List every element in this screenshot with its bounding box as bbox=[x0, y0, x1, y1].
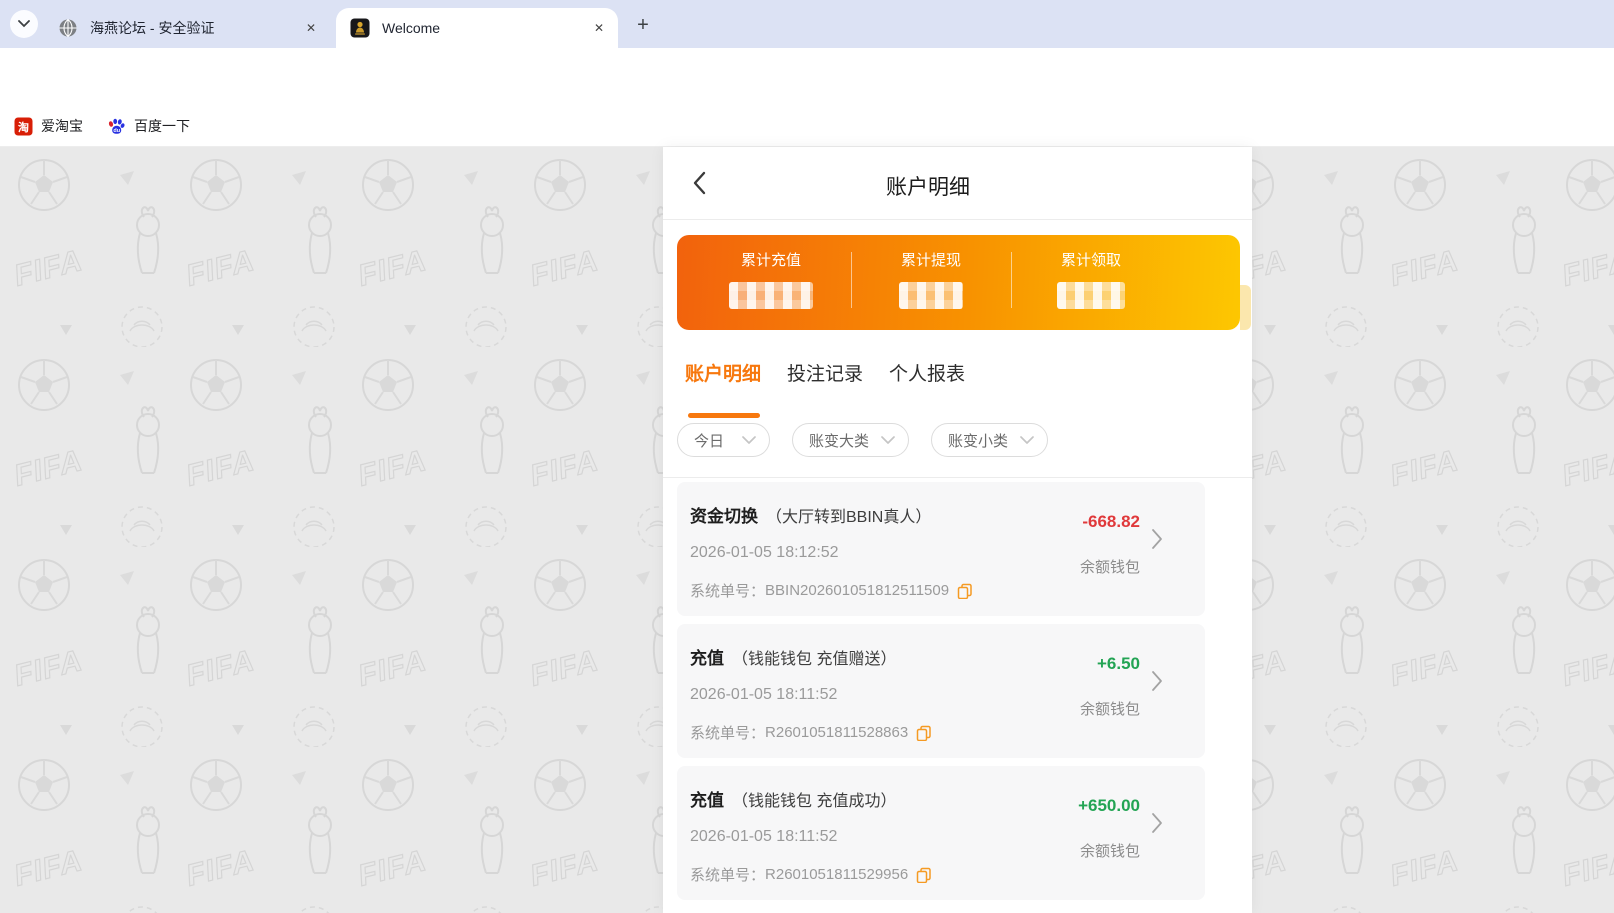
bookmarks-bar: 淘 爱淘宝 du 百度一下 bbox=[0, 105, 1614, 147]
list-divider bbox=[663, 477, 1252, 478]
page-title: 账户明细 bbox=[663, 171, 1193, 201]
order-number: R2601051811528863 bbox=[765, 724, 908, 741]
tab-title: 海燕论坛 - 安全验证 bbox=[90, 18, 302, 38]
filter-date-dropdown[interactable]: 今日 bbox=[677, 423, 770, 457]
transaction-datetime: 2026-01-05 18:12:52 bbox=[690, 544, 839, 562]
chevron-down-icon bbox=[742, 436, 756, 444]
stat-label: 累计领取 bbox=[1011, 249, 1171, 270]
transaction-datetime: 2026-01-05 18:11:52 bbox=[690, 686, 837, 704]
section-tabs: 账户明细 投注记录 个人报表 bbox=[685, 359, 965, 386]
baidu-icon: du bbox=[107, 117, 126, 136]
order-label: 系统单号： bbox=[690, 864, 765, 885]
transaction-type: 充值 bbox=[690, 649, 724, 668]
svg-text:du: du bbox=[113, 128, 120, 134]
transaction-type: 充值 bbox=[690, 791, 724, 810]
summary-stat: 累计充值 bbox=[691, 235, 851, 330]
transaction-subtitle: （钱能钱包 充值成功） bbox=[732, 793, 896, 810]
gold-crest-icon bbox=[350, 18, 370, 38]
filter-label: 今日 bbox=[694, 430, 724, 451]
transaction-amount: +650.00 bbox=[1078, 796, 1140, 816]
chevron-down-icon bbox=[881, 436, 895, 444]
transaction-datetime: 2026-01-05 18:11:52 bbox=[690, 828, 837, 846]
transaction-card[interactable]: 资金切换 （大厅转到BBIN真人） 2026-01-05 18:12:52 系统单… bbox=[677, 482, 1205, 616]
summary-divider bbox=[851, 252, 852, 308]
summary-totals-card: 累计充值 累计提现 累计领取 bbox=[677, 235, 1240, 330]
browser-tab-active[interactable]: Welcome ✕ bbox=[336, 8, 618, 48]
filter-major-type-dropdown[interactable]: 账变大类 bbox=[792, 423, 909, 457]
app-header: 账户明细 bbox=[663, 147, 1252, 220]
transaction-subtitle: （钱能钱包 充值赠送） bbox=[732, 651, 896, 668]
filter-row: 今日 账变大类 账变小类 bbox=[677, 423, 1048, 457]
censored-value bbox=[729, 282, 813, 309]
wallet-label: 余额钱包 bbox=[1080, 840, 1140, 861]
chevron-right-icon bbox=[1151, 528, 1163, 550]
browser-tab-inactive[interactable]: 海燕论坛 - 安全验证 ✕ bbox=[44, 8, 330, 48]
transaction-card[interactable]: 充值 （钱能钱包 充值成功） 2026-01-05 18:11:52 系统单号：R… bbox=[677, 766, 1205, 900]
transaction-amount: -668.82 bbox=[1082, 512, 1140, 532]
chevron-right-icon bbox=[1151, 812, 1163, 834]
copy-icon[interactable] bbox=[916, 867, 932, 883]
tab-account-detail[interactable]: 账户明细 bbox=[685, 359, 761, 386]
summary-divider bbox=[1011, 252, 1012, 308]
copy-icon[interactable] bbox=[916, 725, 932, 741]
new-tab-button[interactable]: + bbox=[630, 12, 656, 38]
transaction-subtitle: （大厅转到BBIN真人） bbox=[766, 509, 931, 526]
order-label: 系统单号： bbox=[690, 722, 765, 743]
filter-minor-type-dropdown[interactable]: 账变小类 bbox=[931, 423, 1048, 457]
globe-icon bbox=[58, 18, 78, 38]
summary-stat: 累计领取 bbox=[1011, 235, 1171, 330]
taobao-icon: 淘 bbox=[14, 117, 33, 136]
filter-label: 账变小类 bbox=[948, 430, 1008, 451]
tab-close-icon[interactable]: ✕ bbox=[590, 19, 608, 37]
bookmark-baidu[interactable]: du 百度一下 bbox=[107, 105, 190, 147]
active-tab-underline bbox=[688, 413, 760, 418]
censored-value bbox=[1057, 282, 1125, 309]
browser-tab-strip: 海燕论坛 - 安全验证 ✕ Welcome ✕ + bbox=[0, 0, 1614, 48]
bookmark-label: 爱淘宝 bbox=[41, 116, 83, 136]
svg-text:淘: 淘 bbox=[18, 119, 29, 133]
filter-label: 账变大类 bbox=[809, 430, 869, 451]
transaction-amount: +6.50 bbox=[1097, 654, 1140, 674]
order-number: BBIN202601051812511509 bbox=[765, 582, 949, 599]
account-detail-panel: 账户明细 累计充值 累计提现 累计领取 账户明细 投注记录 个人报表 今日 账变… bbox=[663, 147, 1252, 913]
censored-value bbox=[899, 282, 963, 309]
copy-icon[interactable] bbox=[957, 583, 973, 599]
chevron-right-icon bbox=[1151, 670, 1163, 692]
transaction-type: 资金切换 bbox=[690, 507, 758, 526]
stat-label: 累计充值 bbox=[691, 249, 851, 270]
order-number: R2601051811529956 bbox=[765, 866, 908, 883]
tab-title: Welcome bbox=[382, 20, 590, 36]
tab-personal-report[interactable]: 个人报表 bbox=[889, 359, 965, 386]
tab-search-button[interactable] bbox=[10, 10, 38, 38]
wallet-label: 余额钱包 bbox=[1080, 556, 1140, 577]
transaction-card[interactable]: 充值 （钱能钱包 充值赠送） 2026-01-05 18:11:52 系统单号：R… bbox=[677, 624, 1205, 758]
chevron-down-icon bbox=[1020, 436, 1034, 444]
browser-toolbar: ld48.com/reports/index?tab=0 bbox=[0, 48, 1614, 105]
chevron-down-icon bbox=[18, 20, 30, 28]
next-card-peek bbox=[1240, 285, 1251, 330]
bookmark-taobao[interactable]: 淘 爱淘宝 bbox=[14, 105, 83, 147]
stat-label: 累计提现 bbox=[851, 249, 1011, 270]
tab-close-icon[interactable]: ✕ bbox=[302, 19, 320, 37]
wallet-label: 余额钱包 bbox=[1080, 698, 1140, 719]
tab-bet-records[interactable]: 投注记录 bbox=[787, 359, 863, 386]
bookmark-label: 百度一下 bbox=[134, 116, 190, 136]
order-label: 系统单号： bbox=[690, 580, 765, 601]
summary-stat: 累计提现 bbox=[851, 235, 1011, 330]
